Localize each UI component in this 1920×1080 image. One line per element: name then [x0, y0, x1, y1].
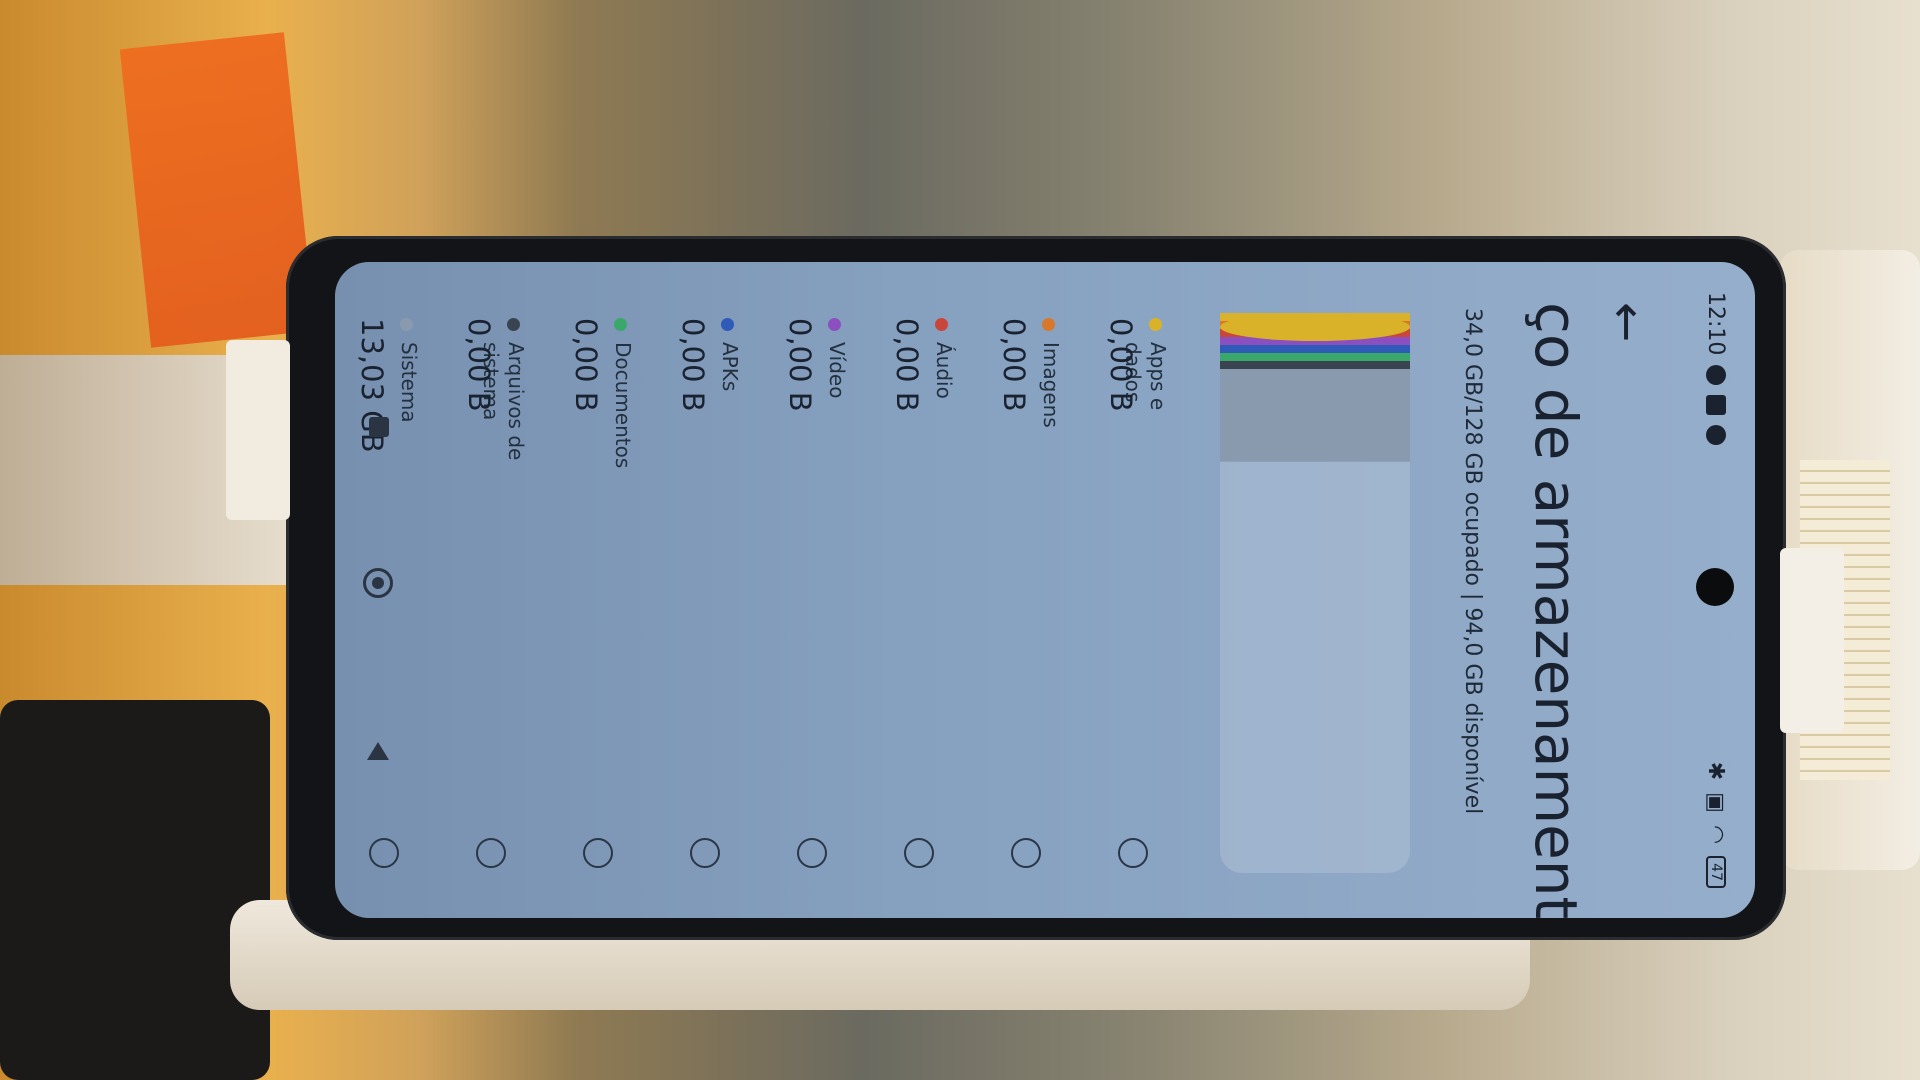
legend-color-dot	[935, 318, 948, 331]
legend-item[interactable]: Arquivos de sistema 0,00 B	[421, 318, 528, 878]
legend-item[interactable]: Vídeo 0,00 B	[742, 318, 849, 878]
wifi-icon: ◠	[1703, 824, 1729, 845]
status-time: 12:10	[1703, 292, 1729, 356]
select-radio-button[interactable]	[690, 838, 720, 868]
legend-label: APKs	[718, 342, 742, 392]
legend-color-dot	[507, 318, 520, 331]
storage-legend: Apps e dados 0,00 B Imagens 0,00 B Áudio 0,00…	[335, 318, 1170, 878]
bluetooth-icon: ✱	[1703, 761, 1729, 781]
select-radio-button[interactable]	[797, 838, 827, 868]
chart-segment	[1220, 345, 1410, 353]
legend-value: 0,00 B	[676, 318, 710, 412]
front-camera	[1696, 568, 1734, 606]
legend-item[interactable]: Apps e dados 0,00 B	[1063, 318, 1170, 878]
legend-color-dot	[614, 318, 627, 331]
chart-segment-system	[1220, 369, 1410, 462]
select-radio-button[interactable]	[904, 838, 934, 868]
back-triangle-icon[interactable]	[367, 742, 389, 760]
legend-value: 0,00 B	[783, 318, 817, 412]
legend-label: Documentos	[611, 342, 635, 469]
legend-item[interactable]: Imagens 0,00 B	[956, 318, 1063, 878]
status-right: ✱ ▣ ◠ 47	[1704, 762, 1729, 888]
phone-clamp-right	[1780, 548, 1844, 733]
select-radio-button[interactable]	[1118, 838, 1148, 868]
legend-value: 0,00 B	[462, 318, 496, 412]
select-radio-button[interactable]	[583, 838, 613, 868]
legend-value: 0,00 B	[997, 318, 1031, 412]
legend-label: Vídeo	[825, 342, 849, 399]
select-radio-button[interactable]	[476, 838, 506, 868]
chart-segment	[1220, 361, 1410, 369]
legend-label: Áudio	[932, 342, 956, 399]
select-radio-button[interactable]	[1011, 838, 1041, 868]
page-title: ço de armazenamento	[1522, 302, 1590, 918]
notification-icon	[1706, 365, 1726, 386]
phone-clamp-left	[226, 340, 290, 520]
background-dark-object	[0, 700, 270, 1080]
sim-icon: ▣	[1703, 792, 1729, 813]
legend-label: Imagens	[1039, 342, 1063, 428]
sync-icon	[1706, 425, 1726, 446]
legend-item[interactable]: Áudio 0,00 B	[849, 318, 956, 878]
status-left: 12:10	[1703, 292, 1729, 446]
legend-color-dot	[721, 318, 734, 331]
legend-item[interactable]: Documentos 0,00 B	[528, 318, 635, 878]
battery-icon: 47	[1706, 856, 1726, 888]
legend-item[interactable]: APKs 0,00 B	[635, 318, 742, 878]
phone-screen: 12:10 ✱ ▣ ◠ 47 ← ço de armazenamento 34,…	[335, 262, 1755, 918]
legend-value: 0,00 B	[569, 318, 603, 412]
recent-apps-icon[interactable]	[369, 417, 389, 437]
legend-color-dot	[828, 318, 841, 331]
back-button[interactable]: ←	[1599, 302, 1655, 358]
navigation-bar	[335, 262, 415, 918]
legend-color-dot	[1042, 318, 1055, 331]
home-icon[interactable]	[363, 568, 393, 598]
storage-screen: 12:10 ✱ ▣ ◠ 47 ← ço de armazenamento 34,…	[335, 262, 1755, 918]
storage-summary: 34,0 GB/128 GB ocupado | 94,0 GB disponí…	[1460, 308, 1485, 815]
chart-segment	[1220, 353, 1410, 361]
legend-value: 0,00 B	[1104, 318, 1138, 412]
chart-cylinder-cap	[1220, 313, 1410, 341]
legend-value: 0,00 B	[890, 318, 924, 412]
legend-color-dot	[1149, 318, 1162, 331]
mail-icon	[1706, 395, 1726, 416]
storage-usage-chart	[1220, 313, 1410, 873]
